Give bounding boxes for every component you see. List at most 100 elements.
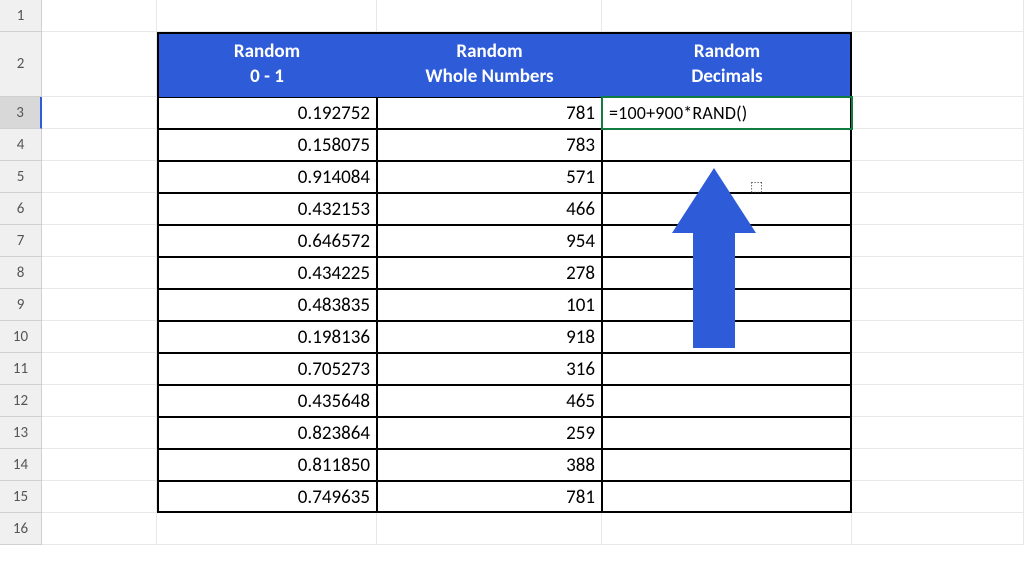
cell-A6[interactable] — [42, 193, 157, 225]
cell-A10[interactable] — [42, 321, 157, 353]
data-cell-b8[interactable]: 0.434225 — [157, 257, 377, 289]
cell-E15[interactable] — [852, 481, 1024, 513]
data-cell-b15[interactable]: 0.749635 — [157, 481, 377, 513]
data-cell-b3[interactable]: 0.192752 — [157, 97, 377, 129]
data-cell-c11[interactable]: 316 — [377, 353, 602, 385]
cell-E1[interactable] — [852, 0, 1024, 32]
data-cell-c3[interactable]: 781 — [377, 97, 602, 129]
data-cell-b4[interactable]: 0.158075 — [157, 129, 377, 161]
cell-E4[interactable] — [852, 129, 1024, 161]
cell-A9[interactable] — [42, 289, 157, 321]
data-cell-d12[interactable] — [602, 385, 852, 417]
cell-A14[interactable] — [42, 449, 157, 481]
row-header-10[interactable]: 10 — [0, 321, 42, 353]
data-cell-b14[interactable]: 0.811850 — [157, 449, 377, 481]
cell-A16[interactable] — [42, 513, 157, 545]
data-cell-c7[interactable]: 954 — [377, 225, 602, 257]
data-cell-b10[interactable]: 0.198136 — [157, 321, 377, 353]
cell-E12[interactable] — [852, 385, 1024, 417]
cell-E5[interactable] — [852, 161, 1024, 193]
data-cell-c4[interactable]: 783 — [377, 129, 602, 161]
cell-E2[interactable] — [852, 32, 1024, 97]
data-cell-c6[interactable]: 466 — [377, 193, 602, 225]
data-cell-b11[interactable]: 0.705273 — [157, 353, 377, 385]
data-cell-b7[interactable]: 0.646572 — [157, 225, 377, 257]
data-cell-d10[interactable] — [602, 321, 852, 353]
cell-b5-value: 0.914084 — [298, 166, 370, 189]
row-header-2[interactable]: 2 — [0, 32, 42, 97]
row-header-4[interactable]: 4 — [0, 129, 42, 161]
row-header-1[interactable]: 1 — [0, 0, 42, 32]
formula-cell-d3[interactable]: =100+900*RAND() — [602, 97, 852, 129]
cell-E3[interactable] — [852, 97, 1024, 129]
cell-E14[interactable] — [852, 449, 1024, 481]
cell-D1[interactable] — [602, 0, 852, 32]
data-cell-c12[interactable]: 465 — [377, 385, 602, 417]
cell-E6[interactable] — [852, 193, 1024, 225]
row-header-16[interactable]: 16 — [0, 513, 42, 545]
data-cell-b6[interactable]: 0.432153 — [157, 193, 377, 225]
data-cell-b12[interactable]: 0.435648 — [157, 385, 377, 417]
data-cell-b5[interactable]: 0.914084 — [157, 161, 377, 193]
cell-A8[interactable] — [42, 257, 157, 289]
data-cell-c15[interactable]: 781 — [377, 481, 602, 513]
data-cell-d6[interactable] — [602, 193, 852, 225]
cell-E13[interactable] — [852, 417, 1024, 449]
cell-A12[interactable] — [42, 385, 157, 417]
data-cell-d9[interactable] — [602, 289, 852, 321]
row-header-3[interactable]: 3 — [0, 97, 42, 129]
cell-A7[interactable] — [42, 225, 157, 257]
row-header-5[interactable]: 5 — [0, 161, 42, 193]
data-cell-d5[interactable] — [602, 161, 852, 193]
cell-b14-value: 0.811850 — [298, 454, 370, 477]
cell-A3[interactable] — [42, 97, 157, 129]
cell-C16[interactable] — [377, 513, 602, 545]
cell-A2[interactable] — [42, 32, 157, 97]
row-header-15[interactable]: 15 — [0, 481, 42, 513]
data-cell-c9[interactable]: 101 — [377, 289, 602, 321]
cell-E16[interactable] — [852, 513, 1024, 545]
data-cell-d15[interactable] — [602, 481, 852, 513]
data-cell-c10[interactable]: 918 — [377, 321, 602, 353]
data-cell-d11[interactable] — [602, 353, 852, 385]
row-header-13[interactable]: 13 — [0, 417, 42, 449]
cell-A15[interactable] — [42, 481, 157, 513]
cell-A13[interactable] — [42, 417, 157, 449]
row-header-12[interactable]: 12 — [0, 385, 42, 417]
row-header-14[interactable]: 14 — [0, 449, 42, 481]
data-cell-d13[interactable] — [602, 417, 852, 449]
cell-A5[interactable] — [42, 161, 157, 193]
cell-C1[interactable] — [377, 0, 602, 32]
row-header-7[interactable]: 7 — [0, 225, 42, 257]
data-cell-d8[interactable] — [602, 257, 852, 289]
cell-A11[interactable] — [42, 353, 157, 385]
cell-E8[interactable] — [852, 257, 1024, 289]
cell-E7[interactable] — [852, 225, 1024, 257]
cell-D16[interactable] — [602, 513, 852, 545]
row-header-11[interactable]: 11 — [0, 353, 42, 385]
cell-A4[interactable] — [42, 129, 157, 161]
data-cell-b9[interactable]: 0.483835 — [157, 289, 377, 321]
row-header-8[interactable]: 8 — [0, 257, 42, 289]
data-cell-d14[interactable] — [602, 449, 852, 481]
data-cell-d4[interactable] — [602, 129, 852, 161]
data-cell-d7[interactable] — [602, 225, 852, 257]
cell-c9-value: 101 — [566, 294, 595, 317]
spreadsheet-grid[interactable]: ABCDE 12345678910111213141516 Random0 - … — [0, 0, 1024, 576]
data-cell-c13[interactable]: 259 — [377, 417, 602, 449]
cell-E10[interactable] — [852, 321, 1024, 353]
cell-c7-value: 954 — [566, 230, 595, 253]
header-d-line1: Random — [694, 40, 760, 65]
row-header-9[interactable]: 9 — [0, 289, 42, 321]
row-header-6[interactable]: 6 — [0, 193, 42, 225]
cell-B16[interactable] — [157, 513, 377, 545]
data-cell-c14[interactable]: 388 — [377, 449, 602, 481]
data-cell-c5[interactable]: 571 — [377, 161, 602, 193]
cell-B1[interactable] — [157, 0, 377, 32]
cells-area[interactable]: Random0 - 1RandomWhole NumbersRandomDeci… — [42, 0, 1024, 576]
data-cell-b13[interactable]: 0.823864 — [157, 417, 377, 449]
cell-A1[interactable] — [42, 0, 157, 32]
data-cell-c8[interactable]: 278 — [377, 257, 602, 289]
cell-E11[interactable] — [852, 353, 1024, 385]
cell-E9[interactable] — [852, 289, 1024, 321]
